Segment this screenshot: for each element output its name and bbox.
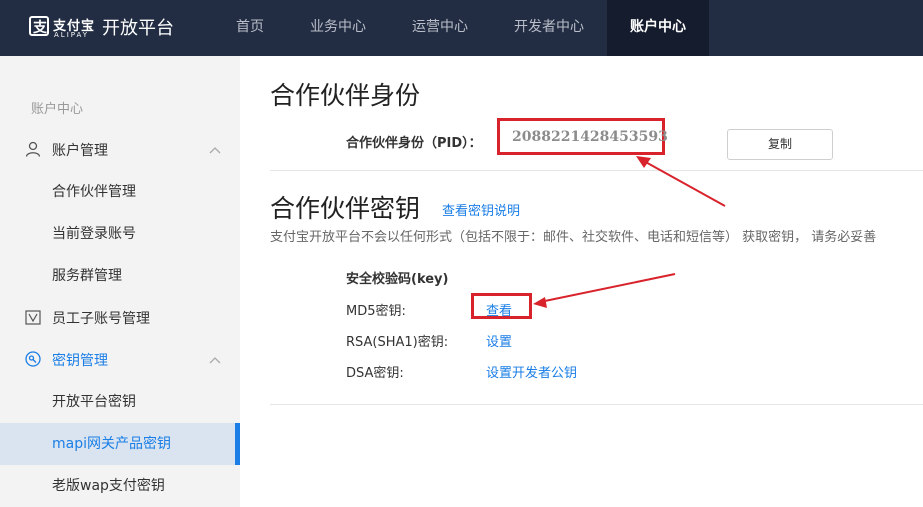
logo-subtext: ALIPAY: [54, 31, 90, 39]
employee-icon: [25, 310, 41, 325]
sidebar-item-open-platform-key[interactable]: 开放平台密钥: [0, 381, 240, 423]
top-navbar: 支 支付宝 ALIPAY 开放平台 首页 业务中心 运营中心 开发者中心 账户中…: [0, 0, 923, 56]
nav-business-center[interactable]: 业务中心: [296, 0, 380, 56]
arrow-to-pid: [641, 159, 726, 207]
sidebar-group-label: 密钥管理: [52, 353, 108, 369]
sidebar-section-title: 账户中心: [31, 102, 84, 117]
nav-operation-center[interactable]: 运营中心: [398, 0, 482, 56]
sidebar-group-label: 员工子账号管理: [52, 311, 150, 327]
nav-home[interactable]: 首页: [219, 0, 281, 56]
sidebar-item-partner-mgmt[interactable]: 合作伙伴管理: [0, 171, 240, 213]
alipay-logo-icon: 支: [29, 16, 49, 36]
chevron-up-icon[interactable]: [209, 356, 221, 364]
sidebar-item-service-group[interactable]: 服务群管理: [0, 255, 240, 297]
arrowhead-md5: [533, 297, 547, 308]
sidebar-item-current-login[interactable]: 当前登录账号: [0, 213, 240, 255]
platform-title: 开放平台: [102, 18, 174, 39]
sidebar-item-wap-key[interactable]: 老版wap支付密钥: [0, 465, 240, 507]
annotation-arrows: [533, 156, 726, 308]
key-icon: [25, 351, 41, 367]
arrow-to-md5: [539, 273, 676, 303]
sidebar-item-mapi-key[interactable]: mapi网关产品密钥: [0, 423, 240, 465]
user-icon: [25, 141, 41, 157]
arrowhead-pid: [636, 156, 651, 168]
nav-developer-center[interactable]: 开发者中心: [500, 0, 598, 56]
chevron-up-icon[interactable]: [209, 146, 221, 154]
sidebar: 账户中心 账户管理 合作伙伴管理 当前登录账号 服务群管理 员工子账号管理 密钥…: [0, 56, 240, 507]
sidebar-group-label: 账户管理: [52, 143, 108, 159]
main-content: 合作伙伴身份 合作伙伴身份（PID）： 2088221428453593 复制 …: [240, 56, 923, 507]
nav-account-center[interactable]: 账户中心: [607, 0, 709, 56]
